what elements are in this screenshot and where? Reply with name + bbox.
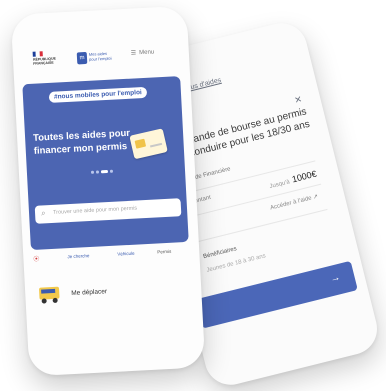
flag-icon [32, 51, 43, 57]
search-input[interactable]: ⌕ Trouver une aide pour mon permis [34, 198, 182, 224]
search-placeholder: Trouver une aide pour mon permis [52, 205, 138, 216]
republic-text: RÉPUBLIQUE FRANÇAISE [33, 57, 56, 66]
search-icon: ⌕ [40, 208, 46, 218]
menu-button[interactable]: ☰ Menu [131, 48, 155, 56]
access-aid-label: Accéder à l'aide [269, 195, 313, 212]
external-link-icon: ↗ [312, 193, 319, 201]
carousel-dot[interactable] [95, 170, 100, 174]
carousel-dot[interactable] [90, 170, 95, 174]
recipients-label: Bénéficiaires [202, 246, 238, 261]
location-icon[interactable]: ⦿ [33, 254, 39, 263]
menu-label: Menu [139, 49, 155, 57]
quick-links-bar: ⦿ Je cherche Véhicule Permis [31, 246, 192, 268]
amount-number: 1000€ [290, 168, 318, 185]
quick-link[interactable]: Véhicule [117, 251, 135, 257]
arrow-right-icon: → [329, 271, 342, 286]
app-header: RÉPUBLIQUE FRANÇAISE m Mes aides pour l'e… [11, 6, 190, 77]
quick-link[interactable]: Je cherche [67, 253, 89, 259]
republique-francaise-logo: RÉPUBLIQUE FRANÇAISE [32, 51, 56, 72]
app-mockup-scene: ‹Voir plus d'aides ✕ Demande de bourse a… [0, 0, 386, 391]
continue-button[interactable]: → [195, 260, 358, 329]
aid-type-label: Aide Financière [189, 166, 232, 183]
carousel-dot-active[interactable] [100, 169, 109, 174]
site-name[interactable]: Mes aides pour l'emploi [89, 50, 115, 62]
hero-banner: #nous mobiles pour l'emploi Toutes les a… [22, 76, 189, 251]
carousel-dots[interactable] [90, 169, 114, 174]
site-logo-icon[interactable]: m [76, 51, 88, 65]
hamburger-icon: ☰ [130, 50, 137, 57]
section-me-deplacer[interactable]: Me déplacer [71, 288, 107, 297]
carousel-dot[interactable] [109, 169, 114, 173]
republic-line-2: FRANÇAISE [33, 60, 54, 66]
hero-title: Toutes les aides pour financer mon permi… [32, 127, 131, 157]
hashtag-pill: #nous mobiles pour l'emploi [48, 86, 148, 103]
amount-prefix: Jusqu'à [269, 179, 291, 191]
divider [195, 208, 328, 243]
license-card-illustration [129, 128, 168, 160]
bus-icon [37, 284, 64, 305]
close-icon[interactable]: ✕ [293, 94, 303, 106]
phone-home-screen: RÉPUBLIQUE FRANÇAISE m Mes aides pour l'e… [10, 5, 206, 377]
quick-link[interactable]: Permis [157, 249, 171, 255]
